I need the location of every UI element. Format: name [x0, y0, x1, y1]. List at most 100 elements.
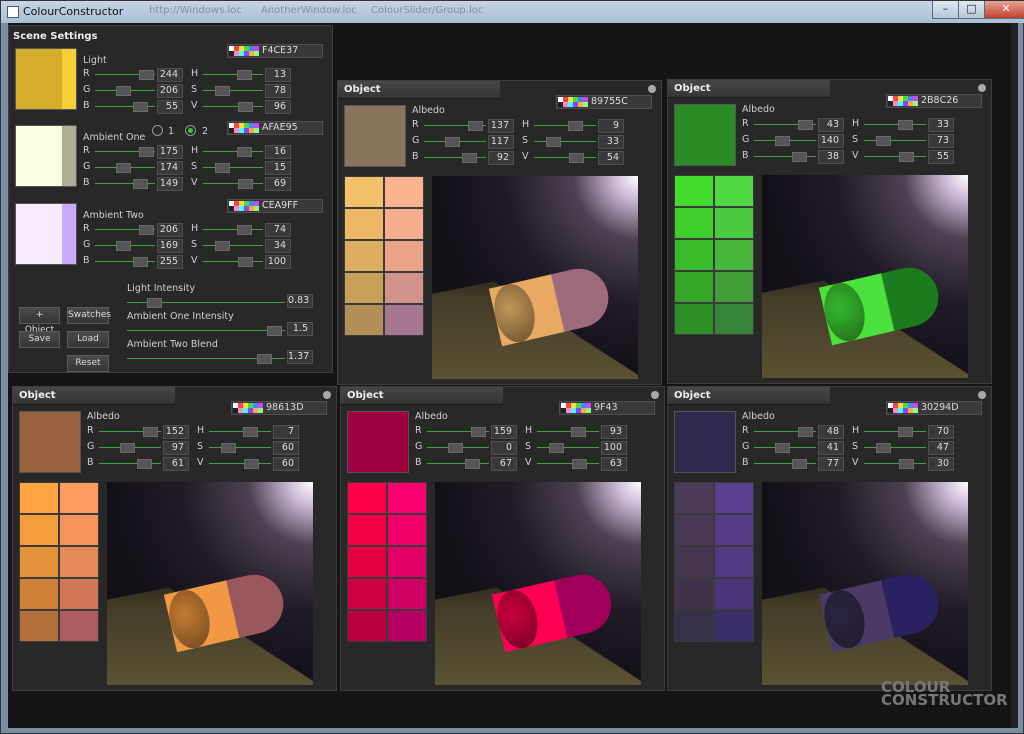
value-b[interactable]: 77	[818, 457, 844, 471]
palette-swatch[interactable]	[714, 175, 754, 207]
value-h[interactable]: 93	[601, 425, 627, 439]
palette-swatch[interactable]	[384, 272, 424, 304]
slider-h[interactable]	[209, 427, 271, 437]
value-g[interactable]: 206	[157, 84, 183, 98]
slider-h[interactable]	[864, 427, 926, 437]
slider-r[interactable]	[424, 121, 486, 131]
slider-s[interactable]	[864, 136, 926, 146]
slider-thumb[interactable]	[898, 120, 913, 130]
palette-swatch[interactable]	[344, 208, 384, 240]
ambient-two-blend-value[interactable]: 1.37	[287, 350, 313, 364]
palette-swatch[interactable]	[384, 208, 424, 240]
value-v[interactable]: 63	[601, 457, 627, 471]
albedo-swatch[interactable]	[347, 411, 409, 473]
value-h[interactable]: 74	[265, 223, 291, 237]
albedo-swatch[interactable]	[19, 411, 81, 473]
panel-options-icon[interactable]	[648, 85, 656, 93]
slider-r[interactable]	[95, 225, 155, 235]
slider-thumb[interactable]	[238, 102, 253, 112]
palette-swatch[interactable]	[59, 482, 99, 514]
value-r[interactable]: 175	[157, 145, 183, 159]
palette-swatch[interactable]	[674, 610, 714, 642]
palette-swatch[interactable]	[19, 546, 59, 578]
value-b[interactable]: 67	[491, 457, 517, 471]
slider-thumb[interactable]	[238, 179, 253, 189]
palette-swatch[interactable]	[347, 482, 387, 514]
value-h[interactable]: 33	[928, 118, 954, 132]
palette-swatch[interactable]	[347, 610, 387, 642]
slider-thumb[interactable]	[237, 147, 252, 157]
slider-h[interactable]	[203, 225, 263, 235]
slider-g[interactable]	[424, 137, 486, 147]
value-r[interactable]: 48	[818, 425, 844, 439]
value-v[interactable]: 96	[265, 100, 291, 114]
palette-swatch[interactable]	[384, 304, 424, 336]
palette-swatch[interactable]	[714, 578, 754, 610]
value-b[interactable]: 92	[488, 151, 514, 165]
palette-swatch[interactable]	[674, 207, 714, 239]
reset-button[interactable]: Reset	[67, 355, 109, 372]
value-s[interactable]: 33	[598, 135, 624, 149]
palette-swatch[interactable]	[674, 239, 714, 271]
ambient-two-blend-slider[interactable]	[127, 354, 285, 364]
slider-v[interactable]	[203, 257, 263, 267]
slider-b[interactable]	[754, 152, 816, 162]
slider-thumb[interactable]	[139, 147, 154, 157]
slider-r[interactable]	[95, 70, 155, 80]
slider-thumb[interactable]	[798, 427, 813, 437]
slider-s[interactable]	[209, 443, 271, 453]
value-s[interactable]: 47	[928, 441, 954, 455]
value-g[interactable]: 174	[157, 161, 183, 175]
palette-swatch[interactable]	[714, 482, 754, 514]
slider-thumb[interactable]	[215, 241, 230, 251]
slider-thumb[interactable]	[572, 459, 587, 469]
palette-swatch[interactable]	[674, 514, 714, 546]
slider-h[interactable]	[864, 120, 926, 130]
value-v[interactable]: 60	[273, 457, 299, 471]
panel-options-icon[interactable]	[323, 391, 331, 399]
albedo-swatch[interactable]	[674, 411, 736, 473]
palette-swatch[interactable]	[674, 271, 714, 303]
palette-swatch[interactable]	[19, 482, 59, 514]
value-v[interactable]: 54	[598, 151, 624, 165]
slider-b[interactable]	[754, 459, 816, 469]
value-r[interactable]: 159	[491, 425, 517, 439]
slider-thumb[interactable]	[116, 163, 131, 173]
value-r[interactable]: 137	[488, 119, 514, 133]
palette-swatch[interactable]	[674, 546, 714, 578]
slider-r[interactable]	[754, 427, 816, 437]
panel-options-icon[interactable]	[651, 391, 659, 399]
slider-thumb[interactable]	[448, 443, 463, 453]
slider-thumb[interactable]	[549, 443, 564, 453]
value-s[interactable]: 34	[265, 239, 291, 253]
slider-v[interactable]	[534, 153, 596, 163]
slider-thumb[interactable]	[899, 152, 914, 162]
value-v[interactable]: 30	[928, 457, 954, 471]
slider-thumb[interactable]	[468, 121, 483, 131]
slider-g[interactable]	[754, 443, 816, 453]
close-button[interactable]: ✕	[984, 1, 1024, 19]
slider-s[interactable]	[203, 163, 263, 173]
value-s[interactable]: 100	[601, 441, 627, 455]
slider-b[interactable]	[95, 257, 155, 267]
value-g[interactable]: 140	[818, 134, 844, 148]
slider-thumb[interactable]	[133, 257, 148, 267]
slider-g[interactable]	[754, 136, 816, 146]
hex-input[interactable]: 9F43	[559, 401, 655, 415]
slider-g[interactable]	[427, 443, 489, 453]
slider-thumb[interactable]	[133, 179, 148, 189]
value-g[interactable]: 0	[491, 441, 517, 455]
object-panel-title[interactable]: Object	[668, 80, 830, 98]
ambient-one-intensity-value[interactable]: 1.5	[287, 322, 313, 336]
slider-r[interactable]	[95, 147, 155, 157]
light-intensity-value[interactable]: 0.83	[287, 294, 313, 308]
palette-swatch[interactable]	[714, 303, 754, 335]
swatches-button[interactable]: Swatches	[67, 307, 111, 324]
ambient-one-swatch[interactable]	[15, 125, 77, 187]
palette-swatch[interactable]	[19, 514, 59, 546]
slider-thumb[interactable]	[546, 137, 561, 147]
slider-thumb[interactable]	[244, 459, 259, 469]
slider-s[interactable]	[203, 86, 263, 96]
palette-swatch[interactable]	[714, 239, 754, 271]
minimize-button[interactable]: –	[932, 1, 959, 19]
